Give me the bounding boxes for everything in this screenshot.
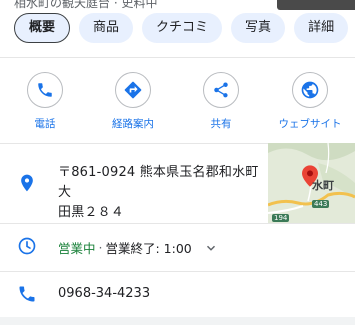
address-line-2: 田黒２８４ <box>58 205 125 220</box>
location-pin-icon <box>17 172 37 198</box>
header-cut-text: 相水町の観天庭台 · 史料中 <box>14 0 158 10</box>
clock-icon <box>17 236 37 260</box>
address-line-1: 〒861-0924 熊本県玉名郡和水町大 <box>58 165 259 200</box>
section-separator <box>0 317 355 325</box>
hours-row[interactable]: 営業中 · 営業終了: 1:00 <box>58 238 218 257</box>
tab-photos[interactable]: 写真 <box>231 13 286 43</box>
address-text[interactable]: 〒861-0924 熊本県玉名郡和水町大 田黒２８４ <box>58 163 270 223</box>
tab-products[interactable]: 商品 <box>79 13 134 43</box>
website-action[interactable]: ウェブサイト <box>265 72 355 131</box>
globe-icon[interactable] <box>292 72 328 108</box>
closing-time: 営業終了: 1:00 <box>105 241 192 256</box>
phone-icon <box>17 284 37 308</box>
hours-separator: · <box>98 240 103 255</box>
call-label: 電話 <box>34 118 56 130</box>
tab-bar: 概要 商品 クチコミ 写真 詳細 <box>14 13 349 45</box>
phone-number[interactable]: 0968-34-4233 <box>58 286 150 301</box>
tab-overview[interactable]: 概要 <box>14 13 71 43</box>
action-bar: 電話 経路案内 共有 ウェブサイト <box>0 72 355 132</box>
directions-label: 経路案内 <box>112 118 154 130</box>
call-action[interactable]: 電話 <box>0 72 90 131</box>
tab-details[interactable]: 詳細 <box>294 13 349 43</box>
phone-icon[interactable] <box>27 72 63 108</box>
divider <box>0 223 355 224</box>
directions-action[interactable]: 経路案内 <box>88 72 178 131</box>
website-label: ウェブサイト <box>278 118 342 130</box>
open-status: 営業中 <box>58 241 96 256</box>
map-thumbnail[interactable]: 水町 443 194 <box>268 143 355 223</box>
share-icon[interactable] <box>203 72 239 108</box>
share-label: 共有 <box>210 118 232 130</box>
directions-icon[interactable] <box>115 72 151 108</box>
road-badge: 443 <box>312 200 330 208</box>
header-cut-strip: 相水町の観天庭台 · 史料中 <box>0 0 355 10</box>
share-action[interactable]: 共有 <box>176 72 266 131</box>
divider <box>0 271 355 272</box>
header-thumbnail[interactable] <box>277 0 355 10</box>
chevron-down-icon[interactable] <box>204 241 218 255</box>
tab-reviews[interactable]: クチコミ <box>142 13 223 43</box>
road-badge: 194 <box>272 214 290 222</box>
map-place-label: 水町 <box>312 179 334 192</box>
divider <box>0 57 355 58</box>
